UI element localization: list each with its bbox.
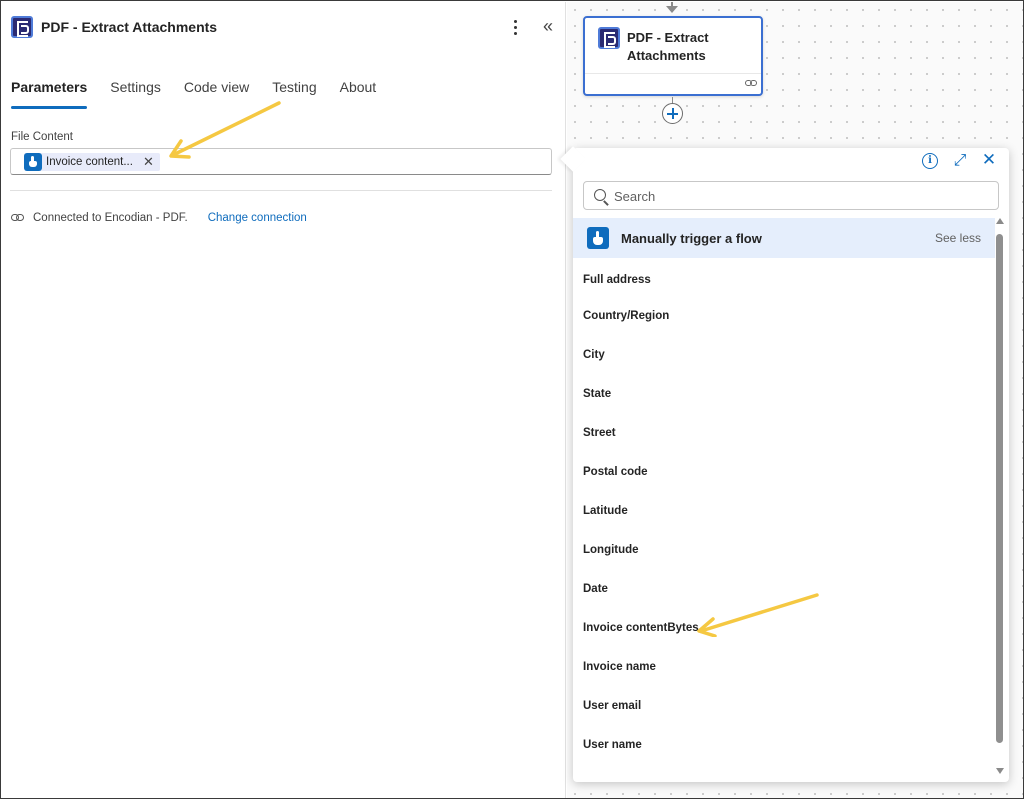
dynamic-content-flyout: i ⤢ ✕ Manually trigger a flow See less F… bbox=[560, 146, 1009, 782]
close-icon[interactable]: ✕ bbox=[980, 151, 998, 169]
list-item[interactable]: Invoice name bbox=[573, 647, 995, 686]
tab-parameters[interactable]: Parameters bbox=[11, 79, 88, 109]
dynamic-content-token[interactable]: Invoice content... ✕ bbox=[24, 153, 160, 171]
window: PDF - Extract Attachments « Parameters S… bbox=[0, 0, 1024, 799]
tab-code-view[interactable]: Code view bbox=[184, 79, 249, 109]
search-input[interactable] bbox=[614, 187, 984, 205]
search-icon bbox=[594, 189, 606, 201]
list-item[interactable]: City bbox=[573, 335, 995, 374]
token-label: Invoice content... bbox=[46, 156, 133, 168]
action-config-panel: PDF - Extract Attachments « Parameters S… bbox=[2, 2, 566, 798]
connector-arrow-icon bbox=[666, 6, 678, 13]
action-card[interactable]: PDF - Extract Attachments bbox=[583, 16, 763, 96]
link-icon bbox=[11, 213, 25, 223]
list-item[interactable]: Longitude bbox=[573, 530, 995, 569]
file-content-label: File Content bbox=[11, 131, 74, 143]
file-content-input[interactable]: Invoice content... ✕ bbox=[10, 148, 552, 175]
info-icon[interactable]: i bbox=[922, 153, 938, 169]
list-item[interactable]: Country/Region bbox=[573, 296, 995, 335]
scroll-up-icon[interactable] bbox=[996, 218, 1004, 224]
manual-trigger-icon bbox=[24, 153, 42, 171]
list-item[interactable]: Date bbox=[573, 569, 995, 608]
list-item[interactable]: Postal code bbox=[573, 452, 995, 491]
card-title: PDF - Extract Attachments bbox=[627, 30, 709, 63]
collapse-chevrons-icon[interactable]: « bbox=[539, 16, 557, 36]
list-item[interactable]: User name bbox=[573, 725, 995, 764]
scrollbar[interactable] bbox=[995, 218, 1005, 778]
tab-settings[interactable]: Settings bbox=[110, 79, 161, 109]
expand-icon[interactable]: ⤢ bbox=[951, 152, 969, 170]
connection-status: Connected to Encodian - PDF. bbox=[33, 212, 188, 224]
add-step-icon[interactable] bbox=[662, 103, 683, 124]
list-item[interactable]: State bbox=[573, 374, 995, 413]
tab-testing[interactable]: Testing bbox=[272, 79, 316, 109]
list-item[interactable]: Latitude bbox=[573, 491, 995, 530]
tab-list: Parameters Settings Code view Testing Ab… bbox=[11, 79, 399, 109]
section-title: Manually trigger a flow bbox=[621, 231, 762, 246]
trigger-section-header[interactable]: Manually trigger a flow See less bbox=[573, 218, 995, 258]
list-item[interactable]: Full address bbox=[573, 260, 995, 296]
list-item[interactable]: User email bbox=[573, 686, 995, 725]
list-item[interactable]: Invoice contentBytes bbox=[573, 608, 995, 647]
encodian-pdf-icon bbox=[598, 27, 620, 49]
scrollbar-thumb[interactable] bbox=[996, 234, 1003, 743]
more-vertical-icon[interactable] bbox=[509, 18, 521, 36]
token-remove-icon[interactable]: ✕ bbox=[143, 155, 154, 169]
card-divider bbox=[585, 73, 761, 74]
tab-about[interactable]: About bbox=[340, 79, 377, 109]
link-icon bbox=[745, 80, 757, 88]
dynamic-content-list: Full address Country/Region City State S… bbox=[573, 260, 995, 764]
search-box bbox=[583, 181, 999, 210]
encodian-pdf-icon bbox=[11, 16, 33, 38]
manual-trigger-icon bbox=[587, 227, 609, 249]
connection-row: Connected to Encodian - PDF. Change conn… bbox=[11, 210, 307, 226]
list-item[interactable]: Street bbox=[573, 413, 995, 452]
change-connection-link[interactable]: Change connection bbox=[208, 212, 307, 224]
divider bbox=[10, 190, 552, 191]
see-less-button[interactable]: See less bbox=[935, 231, 981, 245]
panel-header: PDF - Extract Attachments « bbox=[11, 16, 557, 40]
panel-title: PDF - Extract Attachments bbox=[41, 19, 218, 35]
scroll-down-icon[interactable] bbox=[996, 768, 1004, 774]
